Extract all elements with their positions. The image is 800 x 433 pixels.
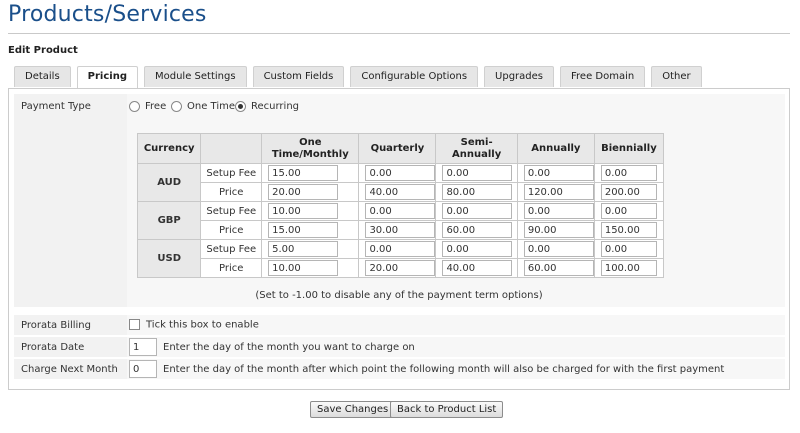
title-divider [8,33,790,34]
currency-aud: AUD [136,163,202,202]
page-title: Products/Services [8,2,207,27]
aud-setup-annually-input[interactable] [523,165,594,181]
radio-recurring-label: Recurring [251,101,299,112]
usd-price-quarterly-input[interactable] [365,260,436,276]
radio-one-time-dot[interactable] [171,101,182,112]
charge-next-month-text: Enter the day of the month after which p… [163,364,725,375]
aud-price-monthly-input[interactable] [268,184,339,200]
prorata-billing-checkbox[interactable] [129,319,140,330]
header-biennially: Biennially [593,133,665,164]
header-quarterly: Quarterly [358,133,437,164]
usd-price-monthly-input[interactable] [268,260,339,276]
aud-price-row: Price [138,182,665,202]
gbp-setup-annually-input[interactable] [523,203,594,219]
row-label-price: Price [200,220,263,240]
row-label-price: Price [200,182,263,202]
pricing-note: (Set to -1.00 to disable any of the paym… [255,290,543,301]
radio-free[interactable]: Free [129,101,166,112]
prorata-date-row: Prorata Date Enter the day of the month … [14,337,785,358]
aud-setup-row: AUD Setup Fee [136,163,665,202]
gbp-price-semiannually-input[interactable] [442,222,513,238]
charge-next-month-input[interactable] [129,360,157,378]
header-one-time-monthly: One Time/Monthly [261,133,360,164]
header-currency: Currency [136,133,202,164]
tab-other[interactable]: Other [651,66,702,87]
pricing-header-row: Currency One Time/Monthly Quarterly Semi… [136,133,665,164]
gbp-setup-semiannually-input[interactable] [442,203,513,219]
usd-price-biennially-input[interactable] [600,260,657,276]
gbp-setup-biennially-input[interactable] [600,203,657,219]
radio-one-time[interactable]: One Time [171,101,235,112]
aud-setup-quarterly-input[interactable] [365,165,436,181]
prorata-billing-row: Prorata Billing Tick this box to enable [14,315,785,336]
row-label-setup-fee: Setup Fee [200,163,263,183]
gbp-price-row: Price [138,220,665,240]
usd-price-annually-input[interactable] [523,260,594,276]
usd-setup-monthly-input[interactable] [268,241,339,257]
gbp-price-biennially-input[interactable] [600,222,657,238]
tab-upgrades[interactable]: Upgrades [484,66,555,87]
gbp-price-quarterly-input[interactable] [365,222,436,238]
radio-recurring-dot[interactable] [235,101,246,112]
row-label-price: Price [200,258,263,278]
pricing-table: Currency One Time/Monthly Quarterly Semi… [136,133,665,278]
header-blank [200,133,263,164]
tab-details[interactable]: Details [14,66,71,87]
usd-setup-semiannually-input[interactable] [442,241,513,257]
section-title: Edit Product [8,45,78,56]
aud-setup-biennially-input[interactable] [600,165,657,181]
save-changes-button[interactable]: Save Changes [310,401,396,418]
radio-free-label: Free [145,101,167,112]
tab-free-domain[interactable]: Free Domain [560,66,646,87]
tab-module-settings[interactable]: Module Settings [144,66,247,87]
tab-custom-fields[interactable]: Custom Fields [252,66,345,87]
charge-next-month-label: Charge Next Month [21,364,118,375]
prorata-billing-text: Tick this box to enable [146,319,259,331]
gbp-price-monthly-input[interactable] [268,222,339,238]
row-label-setup-fee: Setup Fee [200,239,263,259]
charge-next-month-row: Charge Next Month Enter the day of the m… [14,359,785,380]
currency-gbp: GBP [136,201,202,240]
back-to-product-list-button[interactable]: Back to Product List [390,401,504,418]
radio-free-dot[interactable] [129,101,140,112]
usd-price-semiannually-input[interactable] [442,260,513,276]
aud-price-semiannually-input[interactable] [442,184,513,200]
aud-setup-semiannually-input[interactable] [442,165,513,181]
usd-price-row: Price [138,258,665,278]
tab-pricing[interactable]: Pricing [76,66,138,89]
radio-one-time-label: One Time [187,101,236,112]
row-label-setup-fee: Setup Fee [200,201,263,221]
gbp-setup-monthly-input[interactable] [268,203,339,219]
prorata-date-input[interactable] [129,338,157,356]
prorata-date-field: Enter the day of the month you want to c… [127,337,785,357]
prorata-date-text: Enter the day of the month you want to c… [163,342,415,353]
prorata-billing-label: Prorata Billing [21,320,91,331]
usd-setup-annually-input[interactable] [523,241,594,257]
header-semi-annually: Semi-Annually [435,133,518,164]
aud-price-annually-input[interactable] [523,184,594,200]
radio-recurring[interactable]: Recurring [235,101,299,112]
header-annually: Annually [516,133,595,164]
aud-setup-monthly-input[interactable] [268,165,339,181]
gbp-setup-quarterly-input[interactable] [365,203,436,219]
aud-price-quarterly-input[interactable] [365,184,436,200]
charge-next-month-field: Enter the day of the month after which p… [127,359,785,379]
aud-price-biennially-input[interactable] [600,184,657,200]
payment-type-label: Payment Type [21,101,91,112]
tab-bar: Details Pricing Module Settings Custom F… [14,66,708,89]
pricing-panel: Payment Type Free One Time Recurring Cur… [8,88,790,390]
usd-setup-row: USD Setup Fee [136,239,665,278]
tab-configurable-options[interactable]: Configurable Options [350,66,479,87]
prorata-date-label: Prorata Date [21,342,85,353]
usd-setup-biennially-input[interactable] [600,241,657,257]
prorata-billing-field: Tick this box to enable [127,315,785,335]
currency-usd: USD [136,239,202,278]
gbp-price-annually-input[interactable] [523,222,594,238]
gbp-setup-row: GBP Setup Fee [136,201,665,240]
usd-setup-quarterly-input[interactable] [365,241,436,257]
